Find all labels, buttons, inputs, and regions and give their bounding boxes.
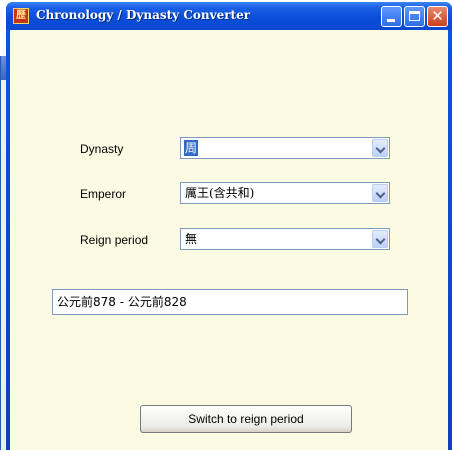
- maximize-icon: [409, 11, 420, 21]
- close-button[interactable]: ✕: [427, 6, 448, 27]
- reign-period-value: 無: [185, 232, 198, 246]
- minimize-button[interactable]: [381, 6, 402, 27]
- reign-period-dropdown-button[interactable]: [372, 230, 388, 248]
- dynasty-label: Dynasty: [80, 142, 124, 156]
- emperor-select[interactable]: 厲王(含共和): [180, 182, 390, 204]
- maximize-button[interactable]: [404, 6, 425, 27]
- reign-period-label: Reign period: [80, 233, 149, 247]
- reign-period-select[interactable]: 無: [180, 228, 390, 250]
- emperor-label: Emperor: [80, 187, 127, 201]
- dynasty-value: 周: [184, 140, 199, 156]
- result-field[interactable]: 公元前878 - 公元前828: [52, 289, 408, 315]
- emperor-value: 厲王(含共和): [185, 186, 255, 200]
- title-bar[interactable]: 歷 Chronology / Dynasty Converter ✕: [6, 2, 452, 30]
- chevron-down-icon: [375, 234, 386, 245]
- close-icon: ✕: [431, 7, 444, 25]
- minimize-icon: [387, 19, 395, 22]
- chevron-down-icon: [375, 143, 386, 154]
- chevron-down-icon: [375, 188, 386, 199]
- dynasty-select[interactable]: 周: [180, 137, 390, 159]
- emperor-dropdown-button[interactable]: [372, 184, 388, 202]
- converter-window: 歷 Chronology / Dynasty Converter ✕ Dynas…: [6, 2, 452, 450]
- switch-to-reign-period-button[interactable]: Switch to reign period: [140, 405, 352, 433]
- client-area: Dynasty 周 Emperor 厲王(含共和) Reign period 無…: [10, 30, 448, 450]
- window-title: Chronology / Dynasty Converter: [36, 8, 251, 22]
- app-icon: 歷: [13, 8, 29, 24]
- dynasty-dropdown-button[interactable]: [372, 139, 388, 157]
